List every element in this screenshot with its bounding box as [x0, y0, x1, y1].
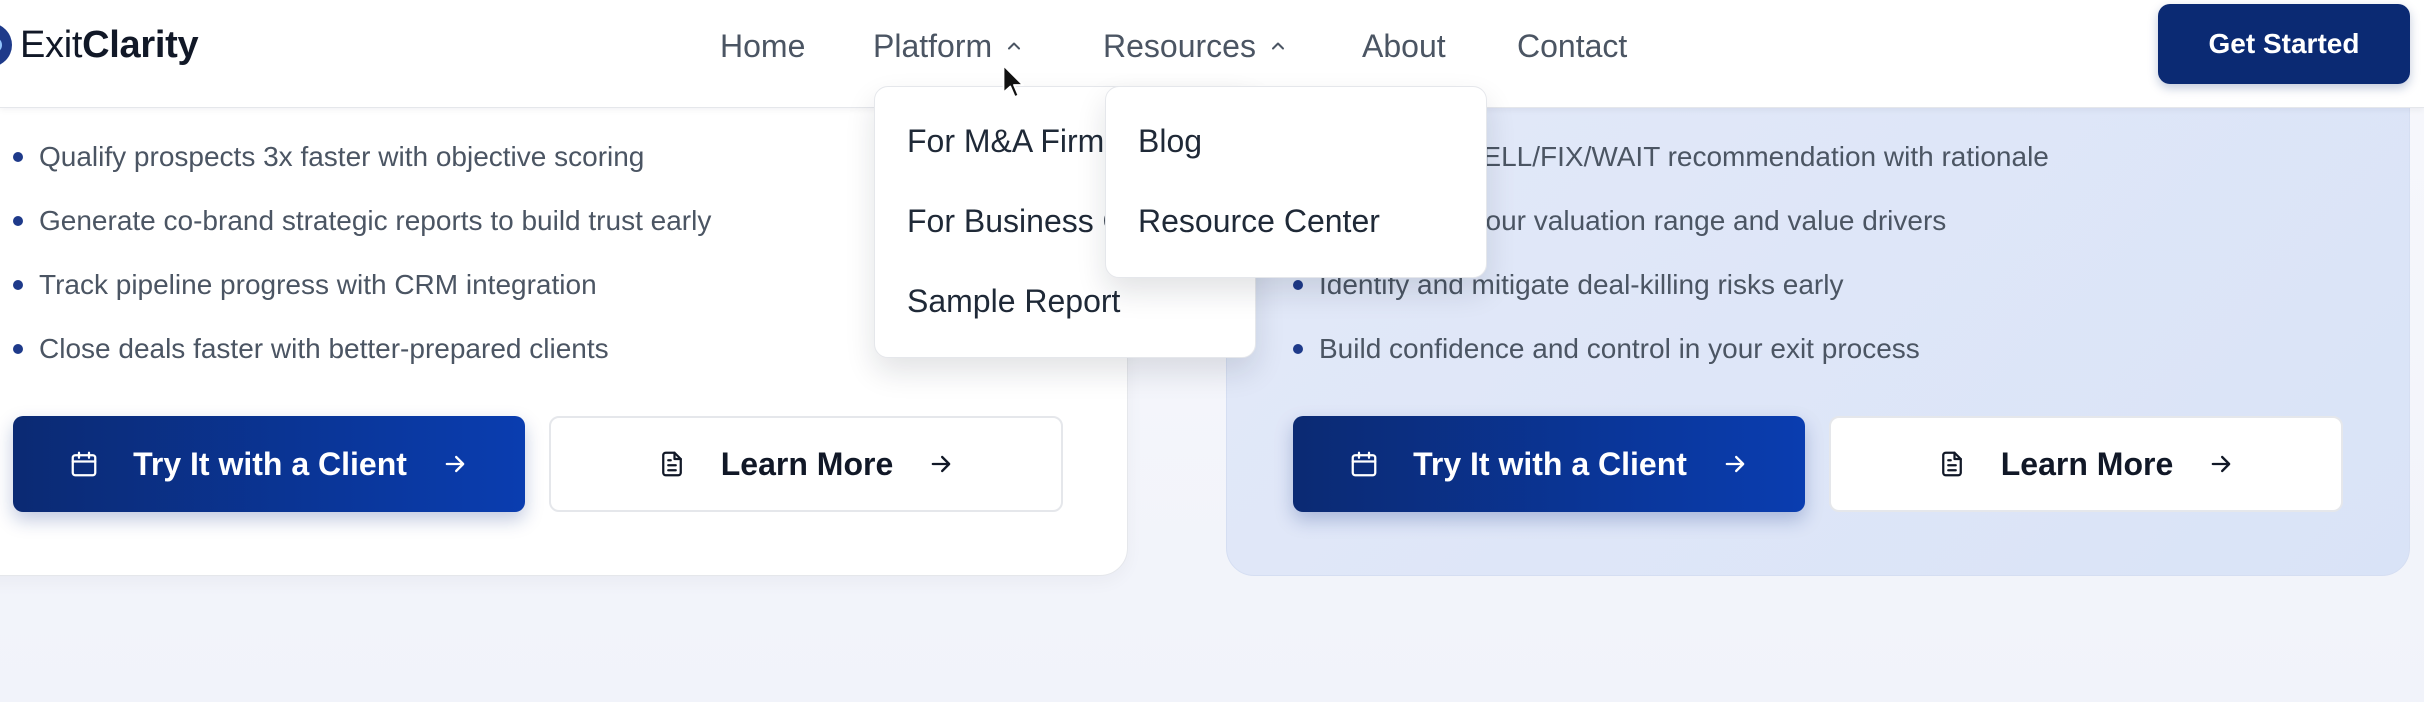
document-icon — [657, 449, 687, 479]
brand-name: ExitClarity — [20, 23, 199, 66]
calendar-icon — [1349, 449, 1379, 479]
bullet-dot — [13, 152, 23, 162]
nav-platform[interactable]: Platform — [873, 24, 1024, 68]
button-label: Learn More — [2000, 445, 2174, 482]
bullet-dot — [1293, 344, 1303, 354]
arrow-right-icon — [2207, 450, 2235, 478]
logo-mark-icon — [0, 23, 12, 67]
calendar-icon — [69, 449, 99, 479]
page: Qualify prospects 3x faster with objecti… — [0, 0, 2424, 702]
nav-about[interactable]: About — [1362, 24, 1446, 68]
menu-item-sample-report[interactable]: Sample Report — [907, 283, 1120, 320]
arrow-right-icon — [927, 450, 955, 478]
bullet-dot — [13, 344, 23, 354]
arrow-right-icon — [441, 450, 469, 478]
learn-more-button[interactable]: Learn More — [1829, 416, 2343, 512]
button-label: Learn More — [720, 445, 894, 482]
nav-resources[interactable]: Resources — [1103, 24, 1288, 68]
arrow-right-icon — [1721, 450, 1749, 478]
bullet-dot — [13, 216, 23, 226]
nav-label: Contact — [1517, 27, 1628, 64]
nav-contact[interactable]: Contact — [1517, 24, 1627, 68]
list-item: Build confidence and control in your exi… — [1293, 333, 1920, 365]
bullet-text: Qualify prospects 3x faster with objecti… — [39, 141, 645, 172]
nav-label: Platform — [873, 27, 993, 64]
menu-item-resource-center[interactable]: Resource Center — [1138, 203, 1380, 240]
button-label: Try It with a Client — [1413, 445, 1687, 482]
list-item: Qualify prospects 3x faster with objecti… — [13, 141, 644, 173]
nav-label: Home — [720, 27, 806, 64]
bullet-dot — [13, 280, 23, 290]
button-label: Try It with a Client — [133, 445, 407, 482]
brand-logo[interactable]: ExitClarity — [0, 22, 199, 68]
learn-more-button[interactable]: Learn More — [549, 416, 1063, 512]
bullet-text: Build confidence and control in your exi… — [1319, 333, 1920, 364]
resources-dropdown-menu: Blog Resource Center — [1105, 86, 1487, 278]
menu-item-blog[interactable]: Blog — [1138, 123, 1202, 160]
nav-label: About — [1362, 27, 1446, 64]
mouse-cursor-icon — [1002, 64, 1026, 105]
list-item: Generate co-brand strategic reports to b… — [13, 205, 711, 237]
get-started-button[interactable]: Get Started — [2158, 4, 2410, 84]
list-item: Track pipeline progress with CRM integra… — [13, 269, 597, 301]
document-icon — [1937, 449, 1967, 479]
bullet-text: Generate co-brand strategic reports to b… — [39, 205, 712, 236]
try-it-with-client-button[interactable]: Try It with a Client — [1293, 416, 1805, 512]
bullet-dot — [1293, 280, 1303, 290]
menu-item-ma-firms[interactable]: For M&A Firms — [907, 123, 1120, 160]
list-item: Close deals faster with better-prepared … — [13, 333, 609, 365]
chevron-up-icon — [1004, 36, 1024, 56]
nav-home[interactable]: Home — [720, 24, 805, 68]
bullet-text: Track pipeline progress with CRM integra… — [39, 269, 597, 300]
bullet-text: Close deals faster with better-prepared … — [39, 333, 609, 364]
chevron-up-icon — [1268, 36, 1288, 56]
try-it-with-client-button[interactable]: Try It with a Client — [13, 416, 525, 512]
nav-label: Resources — [1103, 27, 1256, 64]
